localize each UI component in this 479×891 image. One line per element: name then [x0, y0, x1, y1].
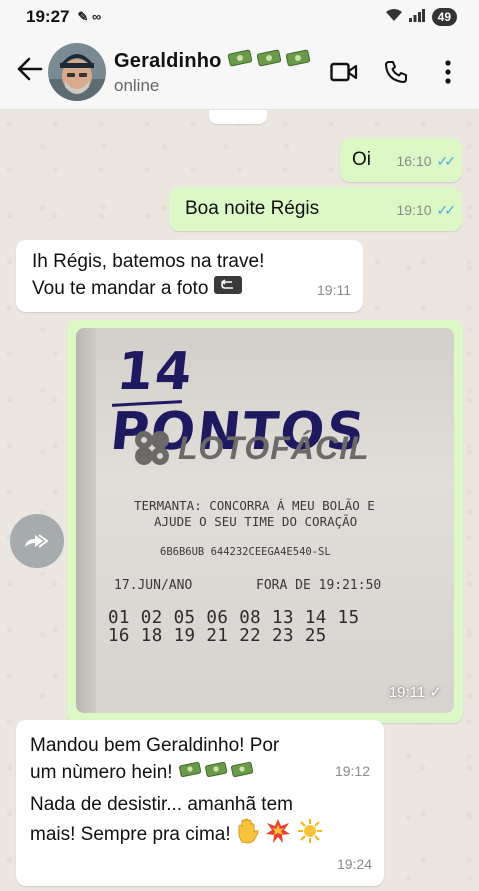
message-text: Ih Régis, batemos na trave!	[32, 251, 265, 272]
ticket-text: TERMANTA: CONCORRA Á MEU BOLÃO E	[134, 498, 375, 513]
avatar[interactable]	[48, 42, 106, 101]
wifi-icon	[385, 9, 402, 25]
clover-icon	[135, 431, 169, 465]
arrow-back-icon[interactable]	[10, 56, 50, 88]
message-outgoing[interactable]: Boa noite Régis 19:10 ✓✓	[169, 187, 462, 231]
message-outgoing[interactable]: Oi 16:10 ✓✓	[340, 138, 462, 182]
message-incoming[interactable]: Mandou bem Geraldinho! Por um nùmero hei…	[16, 720, 384, 886]
message-time: 19:11	[317, 282, 351, 298]
ticket-code: 6B6B6UB 644232CEEGA4E540-SL	[160, 546, 331, 558]
status-time: 19:27	[26, 7, 70, 26]
ticket-numbers: 01 02 05 06 08 13 14 15	[108, 608, 360, 628]
contact-name: Geraldinho	[114, 47, 329, 73]
message-time: 19:12	[334, 763, 370, 779]
video-call-icon[interactable]	[329, 57, 359, 87]
phone-icon[interactable]	[381, 57, 411, 87]
lotofacil-logo: LOTOFÁCIL	[132, 428, 370, 468]
message-outgoing-photo[interactable]: 14 PONTOS LOTOFÁCIL TERMANTA: CONCORRA Á…	[67, 320, 463, 723]
money-emoji	[178, 759, 254, 787]
sent-tick-icon: ✓	[429, 684, 442, 701]
message-text: Vou te mandar a foto	[32, 278, 209, 299]
money-emoji	[227, 49, 311, 72]
explosion-emoji	[265, 818, 291, 852]
message-text: mais! Sempre pra cima!	[30, 824, 231, 846]
message-time: 19:11 ✓	[388, 684, 442, 701]
chat-area[interactable]: Oi 16:10 ✓✓ Boa noite Régis 19:10 ✓✓ Ih …	[0, 110, 479, 891]
ticket-time: FORA DE 19:21:50	[256, 578, 382, 593]
ticket-text: AJUDE O SEU TIME DO CORAÇÃO	[154, 514, 358, 529]
read-ticks-icon: ✓✓	[436, 202, 457, 218]
message-time: 19:24	[336, 856, 372, 872]
camera-return-emoji	[213, 275, 242, 302]
hand-emoji	[236, 818, 260, 852]
contact-status: online	[114, 76, 160, 95]
more-vert-icon[interactable]	[433, 57, 463, 87]
lottery-ticket-photo[interactable]: 14 PONTOS LOTOFÁCIL TERMANTA: CONCORRA Á…	[76, 328, 454, 713]
message-incoming[interactable]: Ih Régis, batemos na trave! Vou te manda…	[16, 240, 363, 312]
message-time: 16:10	[396, 153, 432, 169]
contact-info[interactable]: Geraldinho online	[114, 47, 329, 96]
ticket-numbers: 16 18 19 21 22 23 25	[108, 626, 327, 646]
previous-message-stub	[209, 110, 267, 124]
message-text: Nada de desistir... amanhã tem	[30, 794, 293, 815]
read-ticks-icon: ✓✓	[436, 153, 457, 169]
battery-indicator: 49	[431, 8, 457, 26]
message-text: um nùmero hein!	[30, 762, 173, 784]
ticket-date: 17.JUN/ANO	[114, 578, 193, 593]
signal-icon	[408, 9, 425, 25]
forward-icon	[25, 534, 49, 548]
status-bar: 19:27 ✎ ∞ 49	[0, 0, 479, 34]
ticket-edge	[76, 328, 96, 713]
message-text: Oi	[352, 149, 371, 170]
sun-emoji	[296, 818, 324, 852]
chat-header: Geraldinho online	[0, 34, 479, 110]
message-text: Boa noite Régis	[185, 198, 320, 219]
forward-button[interactable]	[10, 514, 64, 568]
notification-icon: ✎ ∞	[77, 9, 102, 24]
message-time: 19:10	[396, 202, 432, 218]
message-text: Mandou bem Geraldinho! Por	[30, 735, 280, 756]
